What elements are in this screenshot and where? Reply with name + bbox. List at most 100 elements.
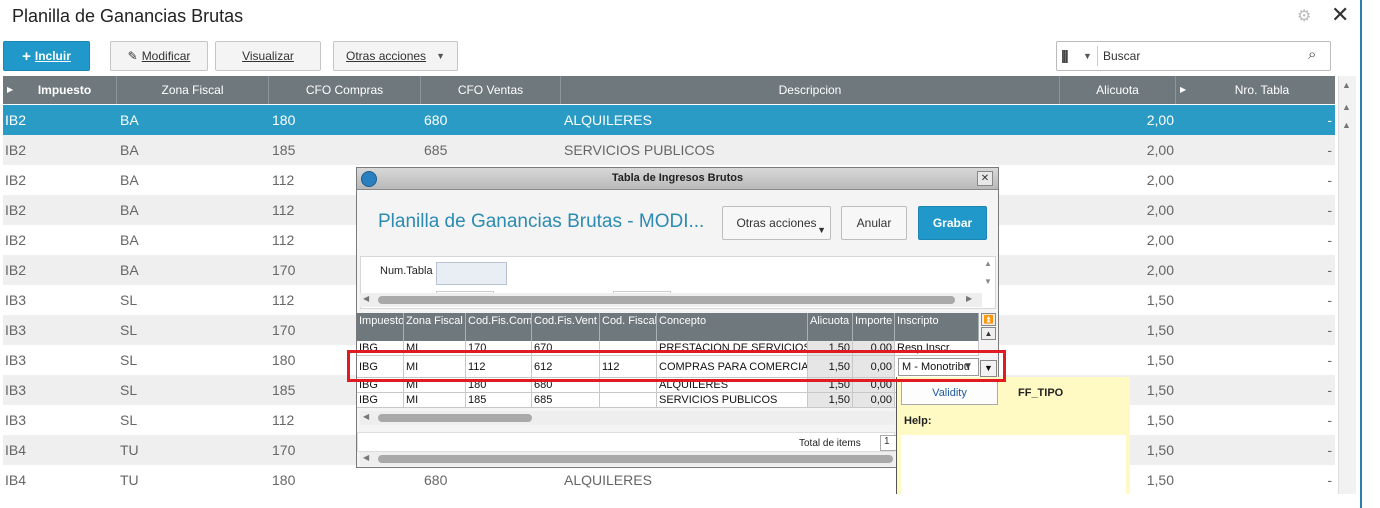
otras-acciones-label: Otras acciones xyxy=(346,49,427,63)
icell-alicuota: 1,50 xyxy=(808,393,853,408)
search-icon[interactable]: ⌕ xyxy=(1308,46,1316,63)
icol-inscripto[interactable]: Inscripto xyxy=(895,313,979,341)
dialog-close-icon[interactable]: ✕ xyxy=(977,171,993,186)
cell-impuesto: IB4 xyxy=(5,472,27,488)
num-tabla-label: Num.Tabla xyxy=(380,265,433,277)
cell-alicuota: 2,00 xyxy=(1146,172,1174,188)
highlight-box xyxy=(347,350,1006,382)
grid-scrollbar[interactable]: ▲ ▲ ▲ xyxy=(1338,76,1356,494)
cell-impuesto: IB4 xyxy=(5,442,27,458)
validity-button[interactable]: Validity xyxy=(901,381,998,405)
cell-alicuota: 1,50 xyxy=(1146,292,1174,308)
cell-descripcion: ALQUILERES xyxy=(564,112,652,128)
scroll-left-icon[interactable]: ◀ xyxy=(363,294,369,303)
dialog-title: Tabla de Ingresos Brutos xyxy=(611,172,744,184)
help-field-name: FF_TIPO xyxy=(1018,387,1064,399)
table-row[interactable]: IB2 BA 180 680 ALQUILERES 2,00 - xyxy=(3,105,1335,135)
col-descripcion[interactable]: Descripcion xyxy=(561,76,1060,104)
icol-zona-fiscal[interactable]: Zona Fiscal xyxy=(404,313,466,341)
items-hscrollbar[interactable]: ◀ xyxy=(360,411,895,425)
cell-zona: BA xyxy=(120,232,139,248)
col-zona-fiscal[interactable]: Zona Fiscal xyxy=(117,76,269,104)
cell-impuesto: IB2 xyxy=(5,142,27,158)
cell-zona: SL xyxy=(120,322,138,338)
chevron-down-icon[interactable]: ▼ xyxy=(1083,51,1092,61)
modificar-button[interactable]: ✎ Modificar xyxy=(110,41,208,71)
table-row[interactable]: IB2 BA 185 685 SERVICIOS PUBLICOS 2,00 - xyxy=(3,135,1335,165)
close-icon[interactable]: ✕ xyxy=(1331,2,1349,28)
list-item[interactable]: IBG MI 185 685 SERVICIOS PUBLICOS 1,50 0,00 xyxy=(357,393,979,408)
col-cfo-compras[interactable]: CFO Compras xyxy=(269,76,421,104)
visualizar-button[interactable]: Visualizar xyxy=(215,41,321,71)
scroll-right-icon[interactable]: ▶ xyxy=(966,294,972,303)
table-row[interactable]: IB4 TU 180 680 ALQUILERES 1,50- xyxy=(3,465,1335,495)
cell-descripcion: SERVICIOS PUBLICOS xyxy=(564,142,715,158)
scroll-thumb[interactable] xyxy=(378,414,532,422)
col-alicuota[interactable]: Alicuota xyxy=(1060,76,1176,104)
cell-cfo-compras: 180 xyxy=(272,112,296,128)
scroll-top-icon[interactable]: ⏫ xyxy=(981,313,996,326)
icol-importe[interactable]: Importe xyxy=(853,313,895,341)
total-bar: Total de items 1 xyxy=(357,432,900,452)
cell-alicuota: 2,00 xyxy=(1146,202,1174,218)
scroll-thumb[interactable] xyxy=(378,296,955,304)
cell-nro: - xyxy=(1327,232,1332,248)
search-divider xyxy=(1097,46,1098,66)
cell-impuesto: IB3 xyxy=(5,322,27,338)
anular-button[interactable]: Anular xyxy=(841,206,907,240)
scroll-left-icon[interactable]: ◀ xyxy=(363,453,369,462)
col-impuesto[interactable]: Impuesto xyxy=(13,76,117,104)
icol-cod-fis-comp[interactable]: Cod.Fis.Comp xyxy=(466,313,532,341)
icell-comp: 185 xyxy=(466,393,532,408)
cell-impuesto: IB3 xyxy=(5,292,27,308)
col-cfo-ventas[interactable]: CFO Ventas xyxy=(421,76,561,104)
help-text-area xyxy=(901,435,1126,494)
scroll-thumb[interactable] xyxy=(378,455,893,463)
icol-cod-fiscal[interactable]: Cod. Fiscal xyxy=(600,313,657,341)
incluir-button[interactable]: + Incluir xyxy=(3,41,90,71)
cell-alicuota: 2,00 xyxy=(1146,112,1174,128)
form-scrollbar[interactable]: ▲ ▼ xyxy=(981,259,995,297)
search-input[interactable] xyxy=(1103,48,1293,64)
help-label: Help: xyxy=(904,415,932,427)
gear-icon[interactable]: ⚙ xyxy=(1297,6,1311,26)
cell-zona: BA xyxy=(120,142,139,158)
cell-nro: - xyxy=(1327,442,1332,458)
grabar-button[interactable]: Grabar xyxy=(918,206,987,240)
scroll-up-icon[interactable]: ▲ xyxy=(981,327,996,340)
form-hscrollbar[interactable]: ◀ ▶ xyxy=(360,293,982,307)
col-nro-tabla[interactable]: Nro. Tabla xyxy=(1189,76,1335,104)
scroll-up-icon[interactable]: ▲ xyxy=(1342,120,1351,130)
chevron-down-icon: ▼ xyxy=(817,225,826,235)
cell-zona: BA xyxy=(120,202,139,218)
cell-zona: BA xyxy=(120,172,139,188)
scroll-left-icon[interactable]: ◀ xyxy=(363,412,369,421)
cell-nro: - xyxy=(1327,112,1332,128)
cell-nro: - xyxy=(1327,352,1332,368)
dialog-titlebar: Tabla de Ingresos Brutos ✕ xyxy=(357,168,998,190)
icol-cod-fis-vent[interactable]: Cod.Fis.Vent xyxy=(532,313,600,341)
app-window: Planilla de Ganancias Brutas ⚙ ✕ + Inclu… xyxy=(0,0,1380,508)
num-tabla-input[interactable] xyxy=(436,262,507,285)
icol-impuesto[interactable]: Impuesto xyxy=(357,313,404,341)
scroll-up-icon[interactable]: ▲ xyxy=(1342,80,1351,90)
cell-nro: - xyxy=(1327,412,1332,428)
modificar-label: Modificar xyxy=(141,49,191,63)
icol-concepto[interactable]: Concepto xyxy=(657,313,808,341)
dialog-otras-acciones-button[interactable]: Otras acciones ▼ xyxy=(722,206,831,240)
window-border xyxy=(1360,0,1362,508)
cell-zona: TU xyxy=(120,472,139,488)
scroll-up-icon[interactable]: ▲ xyxy=(1342,102,1351,112)
cell-zona: BA xyxy=(120,262,139,278)
columns-icon[interactable]: ||| xyxy=(1061,47,1069,63)
cell-nro: - xyxy=(1327,142,1332,158)
cell-nro: - xyxy=(1327,202,1332,218)
scroll-right-icon[interactable]: ▶ xyxy=(1180,85,1186,94)
cell-impuesto: IB3 xyxy=(5,412,27,428)
dialog-hscrollbar[interactable]: ◀ xyxy=(360,452,895,466)
otras-acciones-button[interactable]: Otras acciones ▼ xyxy=(333,41,458,71)
icol-alicuota[interactable]: Alicuota xyxy=(808,313,853,341)
items-scrollbar[interactable]: ⏫ ▲ xyxy=(981,313,997,353)
cell-zona: SL xyxy=(120,382,138,398)
dialog-otras-label: Otras acciones xyxy=(736,216,817,230)
